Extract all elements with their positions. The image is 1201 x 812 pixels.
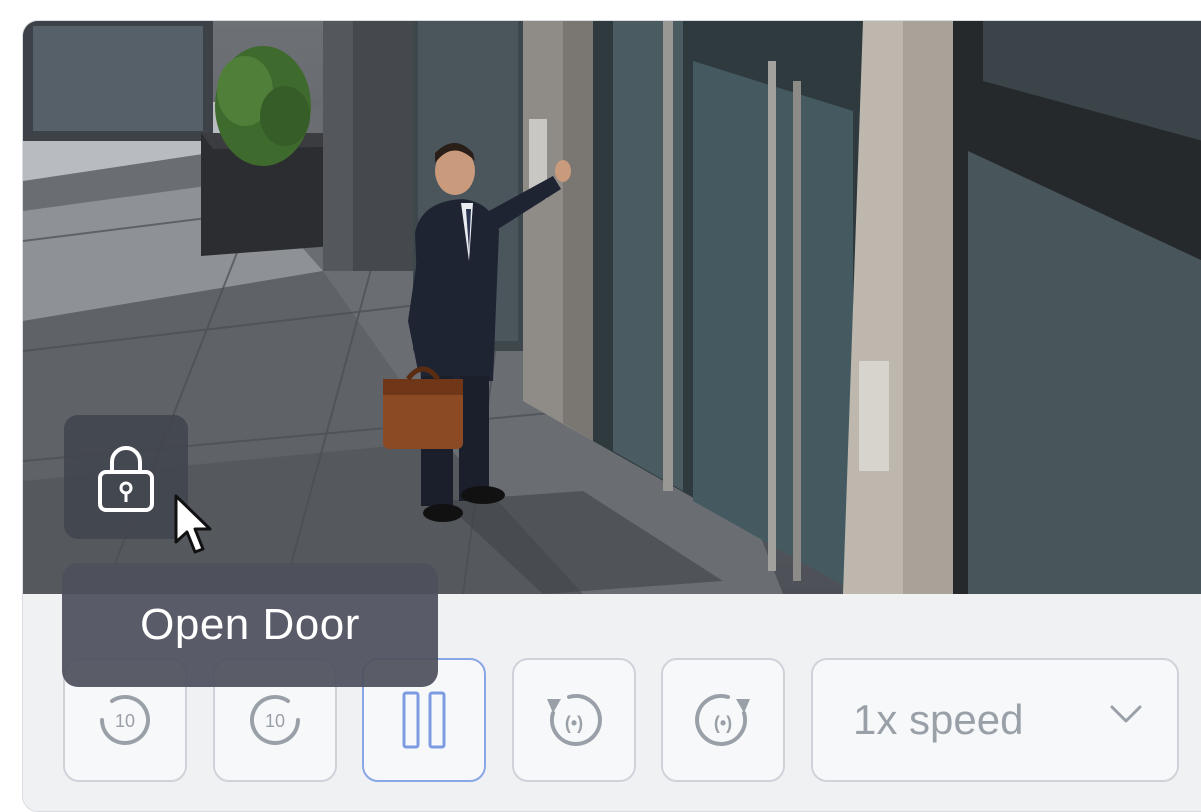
rewind-10-icon: 10 xyxy=(100,695,150,745)
forward-10-label: 10 xyxy=(265,711,285,731)
chevron-down-icon xyxy=(1110,705,1142,723)
mouse-cursor-icon xyxy=(174,494,212,554)
speed-select[interactable]: 1x speed xyxy=(811,658,1179,782)
rotate-right-icon: (•) xyxy=(695,693,750,746)
lock-icon xyxy=(98,446,154,512)
rotate-right-button[interactable]: (•) xyxy=(661,658,785,782)
rotate-left-icon: (•) xyxy=(547,693,602,746)
rotate-left-button[interactable]: (•) xyxy=(512,658,636,782)
tooltip-text: Open Door xyxy=(140,600,360,649)
svg-text:(•): (•) xyxy=(565,713,583,733)
forward-10-icon: 10 xyxy=(250,695,300,745)
rewind-10-label: 10 xyxy=(115,711,135,731)
pause-icon xyxy=(402,691,446,749)
speed-value: 1x speed xyxy=(853,696,1024,743)
open-door-button[interactable] xyxy=(64,415,188,539)
video-player-card: 10 10 (•) (•) 1x speed xyxy=(22,20,1201,812)
open-door-tooltip: Open Door xyxy=(62,563,438,687)
svg-text:(•): (•) xyxy=(714,713,732,733)
